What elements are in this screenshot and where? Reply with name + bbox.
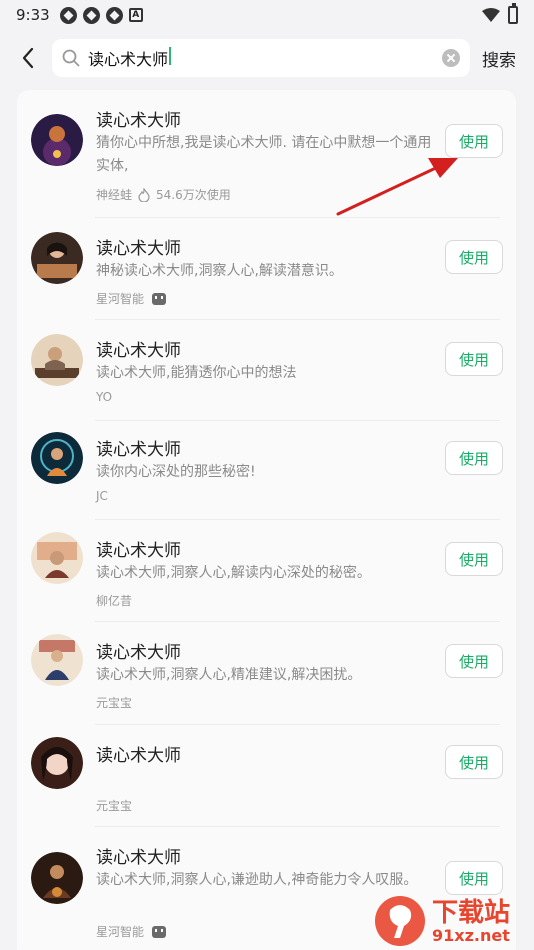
- search-query-text: 读心术大师: [88, 50, 169, 69]
- list-item[interactable]: 读心术大师 读心术大师,能猜透你心中的想法 YO 使用: [17, 320, 516, 421]
- list-item[interactable]: 读心术大师 读心术大师,洞察人心,精准建议,解决困扰。 元宝宝 使用: [17, 622, 516, 725]
- item-description: 读心术大师,能猜透你心中的想法: [96, 365, 297, 381]
- chevron-left-icon: [22, 47, 34, 69]
- search-header: 读心术大师 搜索: [0, 38, 534, 78]
- item-meta: 星河智能: [96, 923, 167, 940]
- item-meta: 神经蛙 54.6万次使用: [96, 186, 231, 203]
- item-title: 读心术大师: [96, 848, 181, 868]
- item-description: 读你内心深处的那些秘密!: [96, 464, 256, 480]
- status-time: 9:33: [16, 6, 50, 24]
- use-button[interactable]: 使用: [445, 542, 503, 576]
- text-cursor: [169, 47, 172, 65]
- clear-icon[interactable]: [442, 49, 460, 67]
- notification-icons: A: [59, 6, 143, 24]
- list-item[interactable]: 读心术大师 读心术大师,洞察人心,解读内心深处的秘密。 柳亿昔 使用: [17, 520, 516, 622]
- item-title: 读心术大师: [96, 111, 181, 131]
- item-author: JC: [96, 489, 108, 503]
- back-button[interactable]: [8, 38, 48, 78]
- avatar: [31, 432, 83, 484]
- avatar: [31, 634, 83, 686]
- watermark-title: 下载站: [432, 898, 511, 928]
- item-title: 读心术大师: [96, 541, 181, 561]
- item-meta: 柳亿昔: [96, 592, 132, 609]
- app-notification-icon: [82, 6, 100, 24]
- item-author: 神经蛙: [96, 188, 133, 202]
- item-author: YO: [96, 390, 113, 404]
- list-item[interactable]: 读心术大师 神秘读心术大师,洞察人心,解读潜意识。 星河智能 使用: [17, 218, 516, 320]
- item-meta: 元宝宝: [96, 797, 132, 814]
- item-author: 柳亿昔: [96, 594, 133, 608]
- item-meta: 星河智能: [96, 290, 167, 307]
- avatar: [31, 334, 83, 386]
- search-icon: [62, 49, 80, 67]
- item-meta: YO: [96, 390, 112, 404]
- robot-icon: [152, 292, 167, 305]
- item-meta: JC: [96, 489, 108, 503]
- item-author: 元宝宝: [96, 696, 133, 710]
- watermark-logo-icon: [375, 896, 425, 946]
- item-title: 读心术大师: [96, 341, 181, 361]
- avatar: [31, 852, 83, 904]
- search-input[interactable]: 读心术大师: [88, 46, 442, 70]
- search-button[interactable]: 搜索: [482, 46, 516, 71]
- list-item[interactable]: 读心术大师 读你内心深处的那些秘密! JC 使用: [17, 421, 516, 520]
- item-meta: 元宝宝: [96, 694, 132, 711]
- list-item[interactable]: 读心术大师 元宝宝 使用: [17, 725, 516, 827]
- item-title: 读心术大师: [96, 440, 181, 460]
- use-button[interactable]: 使用: [445, 342, 503, 376]
- use-button[interactable]: 使用: [445, 745, 503, 779]
- item-author: 星河智能: [96, 925, 145, 939]
- watermark: 下载站 91xz.net: [374, 888, 534, 950]
- item-description: 读心术大师,洞察人心,解读内心深处的秘密。: [96, 565, 371, 581]
- app-notification-icon: [105, 6, 123, 24]
- item-title: 读心术大师: [96, 746, 181, 766]
- avatar: [31, 114, 83, 166]
- avatar: [31, 232, 83, 284]
- battery-icon: [508, 3, 518, 24]
- a-notification-icon: A: [128, 8, 143, 22]
- item-description: 神秘读心术大师,洞察人心,解读潜意识。: [96, 263, 343, 279]
- item-title: 读心术大师: [96, 239, 181, 259]
- item-title: 读心术大师: [96, 643, 181, 663]
- avatar: [31, 532, 83, 584]
- item-description: 读心术大师,洞察人心,精准建议,解决困扰。: [96, 667, 362, 683]
- item-usage-count: 54.6万次使用: [156, 188, 231, 202]
- use-button[interactable]: 使用: [445, 240, 503, 274]
- robot-icon: [152, 925, 167, 938]
- app-notification-icon: [59, 6, 77, 24]
- search-box[interactable]: 读心术大师: [52, 39, 470, 77]
- watermark-url: 91xz.net: [432, 926, 510, 945]
- avatar: [31, 737, 83, 789]
- status-bar: 9:33 A: [0, 0, 534, 30]
- item-author: 元宝宝: [96, 799, 133, 813]
- use-button[interactable]: 使用: [445, 644, 503, 678]
- item-author: 星河智能: [96, 292, 145, 306]
- annotation-arrow: [336, 158, 458, 216]
- wifi-icon: [482, 8, 500, 22]
- flame-icon: [138, 187, 150, 202]
- use-button[interactable]: 使用: [445, 441, 503, 475]
